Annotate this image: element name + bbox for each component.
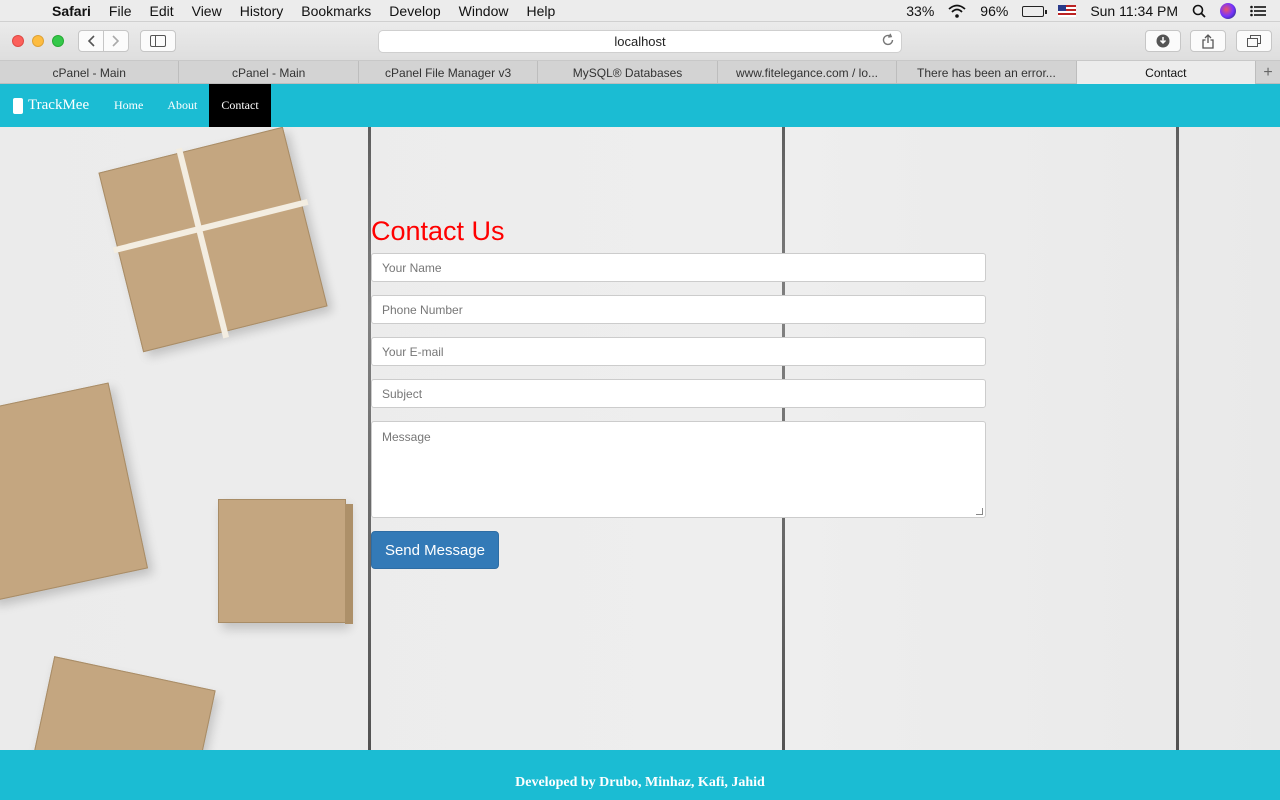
clock[interactable]: Sun 11:34 PM [1090, 3, 1178, 19]
address-bar[interactable]: localhost [378, 30, 902, 53]
menu-bookmarks[interactable]: Bookmarks [301, 3, 371, 19]
tab-bar: cPanel - Main cPanel - Main cPanel File … [0, 61, 1280, 84]
message-textarea[interactable]: Message [371, 421, 986, 518]
contact-title: Contact Us [371, 216, 505, 246]
phone-icon [13, 97, 23, 114]
downloads-button[interactable] [1145, 30, 1181, 52]
battery-percent[interactable]: 96% [980, 3, 1008, 19]
box-string [112, 199, 309, 254]
download-icon [1156, 34, 1170, 48]
name-input[interactable]: Your Name [371, 253, 986, 282]
window-controls [12, 35, 64, 47]
menubar-status-area: 33% 96% Sun 11:34 PM [906, 0, 1280, 22]
name-placeholder: Your Name [382, 260, 442, 275]
site-footer: Developed by Drubo, Minhaz, Kafi, Jahid [0, 750, 1280, 800]
tab-fitelegance[interactable]: www.fitelegance.com / lo... [718, 61, 898, 84]
email-input[interactable]: Your E-mail [371, 337, 986, 366]
wifi-icon[interactable] [948, 4, 966, 18]
brand-name: TrackMee [28, 97, 90, 113]
list-icon[interactable] [1250, 5, 1266, 17]
reload-icon[interactable] [881, 33, 895, 47]
send-message-button[interactable]: Send Message [371, 531, 499, 569]
back-button[interactable] [78, 30, 104, 52]
close-window-button[interactable] [12, 35, 24, 47]
tab-error[interactable]: There has been an error... [897, 61, 1077, 84]
site-navbar: TrackMee Home About Contact [0, 84, 1280, 127]
cardboard-box [29, 656, 216, 750]
minimize-window-button[interactable] [32, 35, 44, 47]
tab-overview-button[interactable] [1236, 30, 1272, 52]
macos-menu-bar: Safari File Edit View History Bookmarks … [0, 0, 1280, 22]
phone-placeholder: Phone Number [382, 302, 463, 317]
battery-icon[interactable] [1022, 5, 1048, 17]
contact-form: Contact Us Your Name Phone Number Your E… [371, 213, 986, 569]
cpu-usage[interactable]: 33% [906, 3, 934, 19]
tab-cpanel-main-2[interactable]: cPanel - Main [179, 61, 359, 84]
brand-logo[interactable]: TrackMee [0, 97, 102, 114]
zoom-window-button[interactable] [52, 35, 64, 47]
phone-input[interactable]: Phone Number [371, 295, 986, 324]
cardboard-box [0, 382, 149, 602]
nav-contact[interactable]: Contact [209, 84, 271, 127]
tab-contact[interactable]: Contact [1076, 61, 1257, 84]
footer-credits: Developed by Drubo, Minhaz, Kafi, Jahid [515, 775, 765, 790]
tabs-icon [1247, 35, 1261, 47]
nav-about[interactable]: About [155, 84, 209, 127]
resize-grip-icon[interactable] [976, 508, 983, 515]
url-text: localhost [614, 34, 666, 49]
box-side [345, 504, 353, 624]
gift-box [98, 127, 328, 353]
chevron-left-icon [87, 35, 95, 47]
menu-develop[interactable]: Develop [389, 3, 440, 19]
flag-icon[interactable] [1058, 5, 1077, 17]
tab-cpanel-main-1[interactable]: cPanel - Main [0, 61, 180, 84]
cardboard-box [218, 499, 353, 624]
tab-mysql-databases[interactable]: MySQL® Databases [538, 61, 718, 84]
menu-window[interactable]: Window [459, 3, 509, 19]
share-icon [1202, 33, 1214, 49]
menu-app-safari[interactable]: Safari [52, 3, 91, 19]
share-button[interactable] [1190, 30, 1226, 52]
email-placeholder: Your E-mail [382, 344, 444, 359]
menu-edit[interactable]: Edit [149, 3, 173, 19]
new-tab-plus-icon[interactable]: + [1256, 61, 1280, 84]
subject-placeholder: Subject [382, 386, 423, 401]
forward-button[interactable] [103, 30, 129, 52]
search-icon[interactable] [1192, 4, 1206, 18]
menu-help[interactable]: Help [526, 3, 555, 19]
sidebar-toggle-button[interactable] [140, 30, 176, 52]
wood-plank-line [1176, 127, 1179, 750]
menu-file[interactable]: File [109, 3, 132, 19]
browser-toolbar: localhost [0, 22, 1280, 61]
menu-history[interactable]: History [240, 3, 284, 19]
menu-view[interactable]: View [192, 3, 222, 19]
subject-input[interactable]: Subject [371, 379, 986, 408]
message-placeholder: Message [382, 430, 431, 444]
tab-cpanel-file-manager[interactable]: cPanel File Manager v3 [359, 61, 539, 84]
nav-home[interactable]: Home [102, 84, 155, 127]
box-string [176, 147, 230, 339]
sidebar-icon [150, 35, 166, 47]
siri-icon[interactable] [1220, 3, 1236, 19]
chevron-right-icon [112, 35, 120, 47]
